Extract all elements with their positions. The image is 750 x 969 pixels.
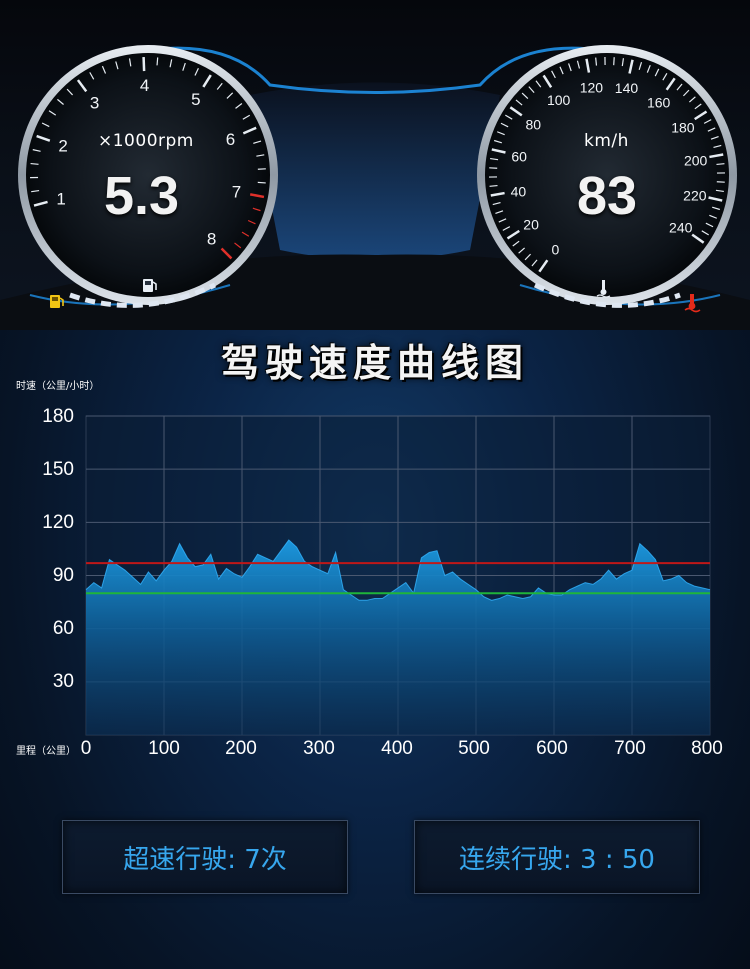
gauge-minor-tick [595, 57, 598, 66]
gauge-tick-label: 3 [90, 94, 99, 113]
x-tick-label: 400 [381, 738, 413, 759]
speed-line [85, 539, 711, 601]
gauge-tick-label: 100 [547, 92, 571, 108]
x-tick-label: 700 [614, 738, 646, 759]
center-panel [250, 82, 500, 260]
x-tick-label: 200 [225, 738, 257, 759]
y-tick-label: 180 [42, 406, 74, 427]
y-tick-label: 60 [52, 618, 74, 639]
gauge-tick-label: 1 [56, 189, 65, 208]
gauge-tick-label: 2 [58, 136, 67, 155]
y-tick-label: 90 [52, 565, 74, 586]
gauge-minor-tick [489, 184, 498, 187]
tachometer-unit: ×1000rpm [98, 131, 194, 151]
x-tick-label: 100 [148, 738, 180, 759]
chart-title: 驾驶速度曲线图 [220, 340, 529, 385]
continuous-driving-box: 连续行驶: 3 : 50 [414, 820, 700, 894]
gauge-tick-label: 0 [551, 242, 559, 258]
speed-area [86, 540, 710, 735]
speedometer-unit: km/h [584, 131, 629, 151]
gauge-tick-label: 200 [684, 152, 708, 168]
x-tick-label: 600 [536, 738, 568, 759]
y-tick-label: 120 [42, 512, 74, 533]
overspeed-count-box: 超速行驶: 7次 [62, 820, 348, 894]
gauge-tick-label: 7 [232, 183, 241, 202]
gauge-tick-label: 20 [523, 216, 539, 232]
gauge-tick-label: 160 [647, 94, 671, 110]
gauge-major-tick [142, 57, 146, 72]
gauge-minor-tick [716, 163, 725, 166]
plot-area [85, 415, 711, 736]
gauge-minor-tick [156, 57, 159, 66]
y-tick-label: 30 [52, 671, 74, 692]
speedometer-value: 83 [577, 166, 638, 226]
gauge-tick-label: 5 [191, 90, 200, 109]
gauge-tick-label: 240 [669, 220, 693, 236]
gauge-tick-label: 6 [226, 130, 235, 149]
gauge-tick-label: 8 [207, 230, 216, 249]
gauge-tick-label: 180 [671, 120, 695, 136]
instrument-cluster: 1 2 3 4 5 6 7 8 0 20 40 60 80 100 120 140 160 180 200 220 2… [0, 0, 750, 330]
y-axis-label: 时速（公里/小时） [16, 381, 100, 392]
tachometer-value: 5.3 [104, 166, 180, 226]
x-tick-label: 500 [458, 738, 490, 759]
x-tick-label: 0 [80, 738, 92, 759]
overspeed-count: 超速行驶: 7次 [123, 844, 287, 875]
gauge-minor-tick [30, 162, 39, 165]
gauge-tick-label: 40 [511, 184, 527, 200]
continuous-driving-time: 连续行驶: 3 : 50 [459, 844, 655, 875]
gauge-tick-label: 220 [683, 187, 707, 203]
x-tick-label: 300 [303, 738, 335, 759]
gauge-minor-tick [257, 181, 266, 184]
gauge-tick-label: 4 [140, 76, 149, 95]
gauge-tick-label: 140 [615, 80, 639, 96]
y-tick-label: 150 [42, 459, 74, 480]
gauge-tick-label: 60 [511, 149, 527, 165]
gauge-tick-label: 80 [525, 116, 541, 132]
gauge-tick-label: 120 [580, 79, 604, 95]
x-tick-label: 800 [691, 738, 723, 759]
grid-lines [86, 415, 710, 735]
